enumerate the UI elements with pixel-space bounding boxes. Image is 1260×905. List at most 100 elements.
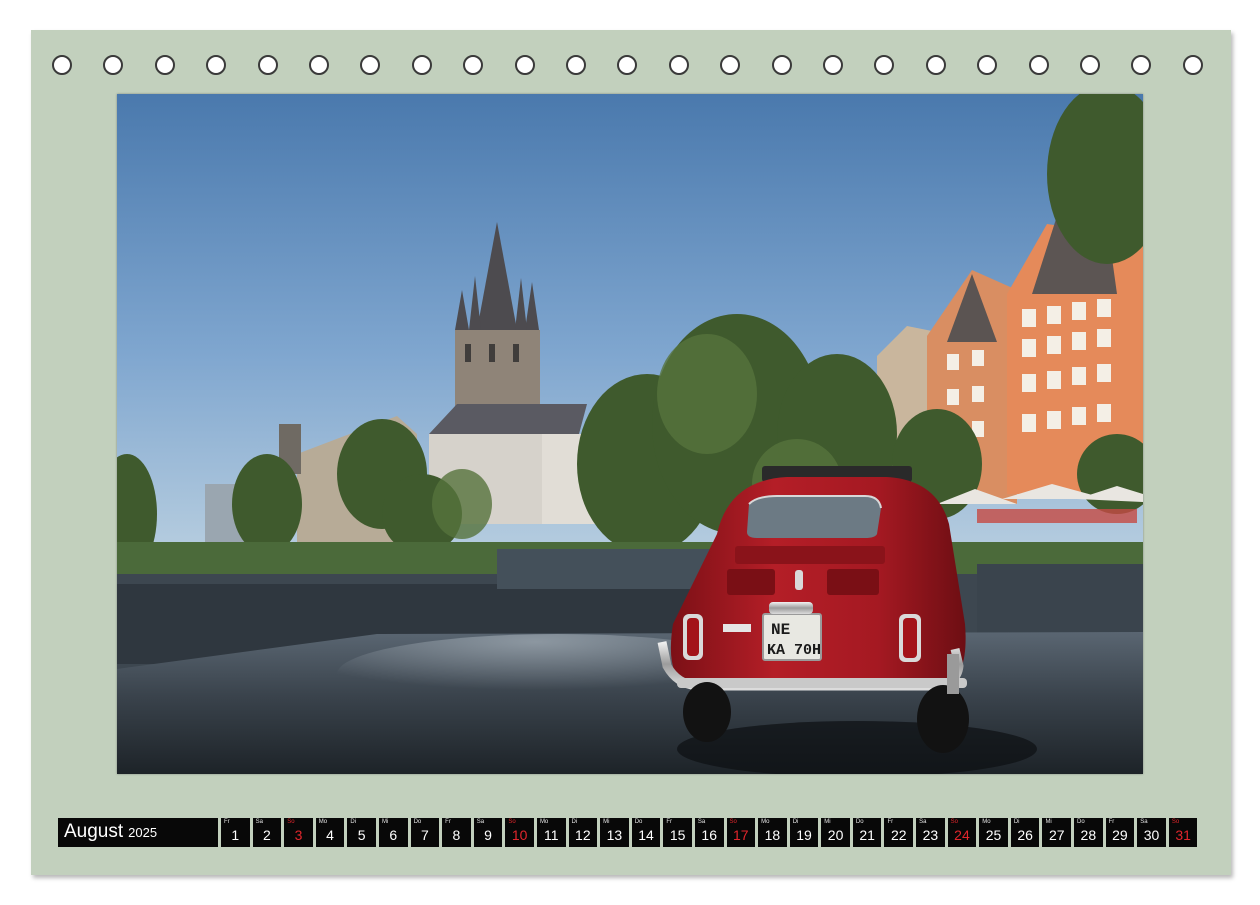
weekday-label: So (508, 819, 516, 825)
photo-scene: NE KA 70H (117, 94, 1143, 774)
day-number: 20 (827, 827, 844, 843)
weekday-label: Fr (1108, 819, 1115, 825)
day-number: 6 (389, 827, 398, 843)
day-number: 29 (1112, 827, 1128, 843)
weekday-label: Di (350, 819, 357, 825)
day-cell: Di 12 (568, 818, 598, 847)
day-number: 16 (701, 827, 717, 843)
day-number: 17 (733, 827, 749, 843)
binding-hole (1182, 55, 1203, 75)
weekday-label: So (950, 819, 958, 825)
binding-hole (617, 55, 638, 75)
day-cell: Do 7 (410, 818, 440, 847)
day-number: 7 (420, 827, 429, 843)
weekday-label: Do (413, 819, 422, 825)
month-label: August 2025 (58, 818, 218, 847)
day-cell: Di 19 (789, 818, 819, 847)
day-number: 10 (511, 827, 528, 843)
day-cell: So 24 (947, 818, 977, 847)
binding-hole (925, 55, 946, 75)
day-cell: Fr 8 (442, 818, 471, 847)
weekday-label: Mi (824, 819, 831, 825)
day-cell: Do 28 (1074, 818, 1103, 847)
weekday-label: Sa (697, 819, 706, 825)
license-plate-line2: KA 70H (767, 642, 821, 659)
day-number: 1 (231, 827, 240, 843)
weekday-label: Di (1013, 819, 1020, 825)
binding-hole (309, 55, 329, 75)
day-cell: So 3 (284, 818, 313, 847)
calendar-photo: NE KA 70H (117, 94, 1143, 774)
weekday-label: Mo (982, 819, 991, 825)
day-cell: So 10 (505, 818, 534, 847)
day-number: 2 (262, 827, 271, 843)
weekday-label: Fr (224, 819, 230, 825)
day-cell: Do 21 (852, 818, 882, 847)
weekday-label: So (287, 819, 295, 825)
day-cell: Fr 22 (884, 818, 914, 847)
day-cell: Mo 25 (979, 818, 1008, 847)
binding-hole (52, 55, 72, 75)
binding-hole (411, 55, 432, 75)
day-number: 25 (985, 827, 1002, 843)
day-cell: Mi 13 (600, 818, 629, 847)
month-year: 2025 (128, 825, 158, 840)
weekday-label: Mo (539, 819, 549, 825)
binding-holes (31, 30, 1231, 100)
day-number: 30 (1143, 827, 1160, 843)
day-cell: Sa 23 (916, 818, 945, 847)
weekday-label: Mi (603, 819, 610, 825)
day-number: 14 (638, 827, 654, 843)
weekday-label: Fr (887, 819, 894, 825)
day-cell: Sa 9 (473, 818, 503, 847)
day-number: 28 (1080, 827, 1097, 843)
day-number: 3 (294, 827, 303, 843)
binding-hole (977, 55, 998, 75)
binding-hole (771, 55, 792, 75)
binding-hole (1080, 55, 1100, 75)
day-number: 24 (954, 827, 970, 843)
binding-hole (668, 55, 689, 75)
day-cell: Fr 15 (663, 818, 692, 847)
day-number: 11 (543, 827, 559, 843)
day-cell: Fr 29 (1105, 818, 1135, 847)
day-cell: Fr 1 (221, 818, 250, 847)
day-number: 13 (606, 827, 623, 843)
binding-hole (1131, 55, 1152, 75)
binding-hole (360, 55, 381, 75)
binding-hole (720, 55, 741, 75)
month-name: August (64, 821, 124, 842)
day-number: 5 (357, 827, 366, 843)
day-cell: Di 5 (347, 818, 376, 847)
license-plate-line1: NE (771, 621, 790, 639)
binding-hole (1028, 55, 1049, 75)
day-cell: So 17 (726, 818, 756, 847)
day-cell: Sa 16 (694, 818, 724, 847)
weekday-label: Sa (255, 819, 263, 825)
weekday-label: Mi (381, 819, 389, 825)
day-cell: Mo 11 (536, 818, 566, 847)
weekday-label: So (1171, 819, 1180, 825)
binding-hole (154, 55, 175, 75)
day-number: 22 (890, 827, 907, 843)
weekday-label: Di (792, 819, 799, 825)
weekday-label: Mi (1045, 819, 1052, 825)
day-cell: Mo 18 (758, 818, 787, 847)
weekday-label: Sa (919, 819, 927, 825)
day-cell: Sa 30 (1137, 818, 1166, 847)
day-cell: Do 14 (631, 818, 661, 847)
day-cell: Sa 2 (252, 818, 282, 847)
day-cell: So 31 (1168, 818, 1198, 847)
day-number: 15 (669, 827, 686, 843)
weekday-label: Do (1077, 819, 1085, 825)
weekday-label: Do (855, 819, 864, 825)
binding-hole (514, 55, 535, 75)
binding-hole (874, 55, 895, 75)
weekday-label: Sa (476, 819, 485, 825)
day-cell: Mi 6 (378, 818, 408, 847)
day-number: 26 (1017, 827, 1033, 843)
day-number: 9 (484, 827, 492, 843)
wall-calendar-page: NE KA 70H August 2025 Fr 1 Sa 2 So 3 Mo 4 Di 5 Mi 6… (31, 30, 1231, 875)
weekday-label: Di (571, 819, 578, 825)
day-number: 8 (452, 827, 461, 843)
